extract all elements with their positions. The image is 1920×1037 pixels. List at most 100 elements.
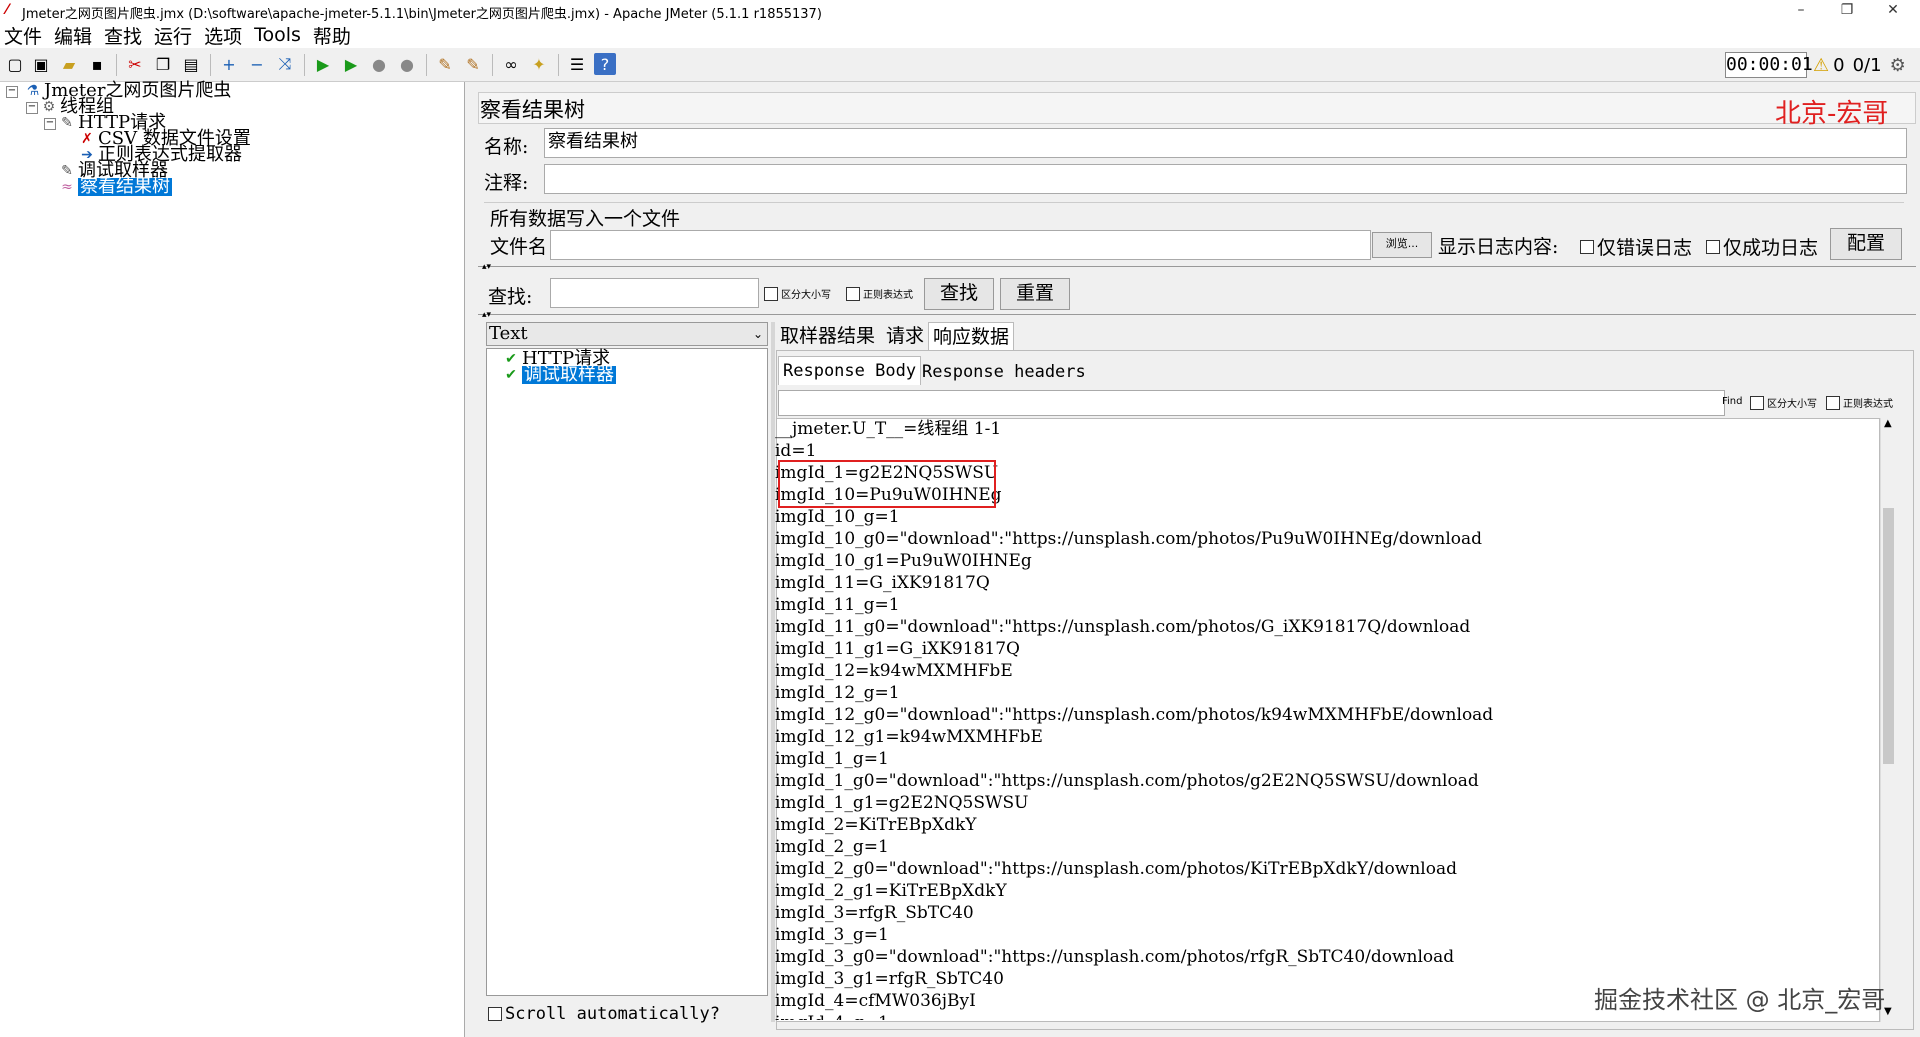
reset-button[interactable]: 重置 <box>1000 278 1070 310</box>
regex-checkbox[interactable]: 正则表达式 <box>846 286 913 301</box>
function-helper-icon[interactable]: ☰ <box>566 53 588 75</box>
response-line: id=1 <box>775 441 817 461</box>
save-icon[interactable]: ▪ <box>86 53 108 75</box>
menu-run[interactable]: 运行 <box>154 22 192 49</box>
search-input[interactable] <box>550 278 759 308</box>
restore-button[interactable]: ❐ <box>1824 0 1870 22</box>
filename-label: 文件名 <box>490 236 548 258</box>
thread-group-expander[interactable]: − <box>26 102 38 114</box>
warning-icon[interactable]: ⚠ <box>1813 55 1829 76</box>
collapse-icon[interactable]: − <box>246 53 268 75</box>
menu-tools[interactable]: Tools <box>254 24 301 46</box>
response-line: __jmeter.U_T__=线程组 1-1 <box>775 419 1002 439</box>
log-content-label: 显示日志内容: <box>1438 236 1559 258</box>
scroll-thumb[interactable] <box>1883 508 1894 764</box>
watermark-top: 北京-宏哥 <box>1775 99 1889 129</box>
close-button[interactable]: ✕ <box>1870 0 1916 22</box>
title-bar: ⁄ Jmeter之网页图片爬虫.jmx (D:\software\apache-… <box>0 0 1920 22</box>
result-item-debug-sampler[interactable]: ✔ 调试取样器 <box>490 366 616 384</box>
reset-search-icon[interactable]: ✦ <box>528 53 550 75</box>
response-line: imgId_12=k94wMXMHFbE <box>775 661 1013 681</box>
response-line: imgId_11_g0="download":"https://unsplash… <box>775 617 1471 637</box>
response-scrollbar[interactable]: ▲ ▼ <box>1880 418 1896 1022</box>
menu-edit[interactable]: 编辑 <box>54 22 92 49</box>
tab-sampler-result[interactable]: 取样器结果 <box>776 322 879 350</box>
menu-file[interactable]: 文件 <box>4 22 42 49</box>
toggle-icon[interactable]: ⤨ <box>274 53 296 75</box>
config-button[interactable]: 配置 <box>1830 228 1902 260</box>
comment-label: 注释: <box>484 172 529 194</box>
stop-icon[interactable]: ● <box>368 53 390 75</box>
tree-node-view-results-tree[interactable]: ≈ 察看结果树 <box>58 178 172 196</box>
renderer-select[interactable]: Text ⌄ <box>486 322 768 346</box>
divider <box>478 266 1916 267</box>
response-line: imgId_10_g1=Pu9uW0IHNEg <box>775 551 1032 571</box>
response-line: imgId_1_g=1 <box>775 749 889 769</box>
menu-options[interactable]: 选项 <box>204 22 242 49</box>
expand-icon[interactable]: + <box>218 53 240 75</box>
templates-icon[interactable]: ▣ <box>30 53 52 75</box>
name-field[interactable]: 察看结果树 <box>544 128 1907 158</box>
paste-icon[interactable]: ▤ <box>180 53 202 75</box>
clear-icon[interactable]: ✎ <box>434 53 456 75</box>
write-all-label: 所有数据写入一个文件 <box>490 208 681 230</box>
search-button[interactable]: 查找 <box>924 278 994 310</box>
errors-only-checkbox[interactable]: 仅错误日志 <box>1580 233 1692 260</box>
splitter-arrows-icon[interactable]: ▴▾ <box>482 310 491 320</box>
remote-status-icon[interactable]: ⚙ <box>1890 55 1906 76</box>
root-expander[interactable]: − <box>6 86 18 98</box>
response-line: imgId_2=KiTrEBpXdkY <box>775 815 977 835</box>
tab-response-data[interactable]: 响应数据 <box>928 322 1015 351</box>
subtab-response-body[interactable]: Response Body <box>778 356 922 385</box>
panel-title: 察看结果树 <box>480 98 585 122</box>
http-request-expander[interactable]: − <box>44 118 56 130</box>
find-input[interactable] <box>778 390 1725 416</box>
splitter-arrows-icon[interactable]: ▴▾ <box>482 262 491 272</box>
response-line: imgId_2_g=1 <box>775 837 889 857</box>
response-body-text: __jmeter.U_T__=线程组 1-1 id=1 imgId_1=g2E2NQ… <box>775 418 1875 1020</box>
panel-header <box>478 92 1916 124</box>
new-icon[interactable]: ▢ <box>4 53 26 75</box>
search-binoculars-icon[interactable]: ∞ <box>500 53 522 75</box>
clear-all-icon[interactable]: ✎ <box>462 53 484 75</box>
elapsed-timer: 00:00:01 <box>1725 52 1813 78</box>
copy-icon[interactable]: ❐ <box>152 53 174 75</box>
pencil-icon: ✎ <box>61 115 73 131</box>
find-label: Find <box>1722 396 1743 407</box>
chevron-down-icon: ⌄ <box>752 327 763 341</box>
help-icon[interactable]: ? <box>594 53 616 75</box>
search-label: 查找: <box>488 286 533 308</box>
open-icon[interactable]: ▰ <box>58 53 80 75</box>
success-only-checkbox[interactable]: 仅成功日志 <box>1706 233 1818 260</box>
success-shield-icon: ✔ <box>505 367 517 383</box>
find-case-checkbox[interactable]: 区分大小写 <box>1750 395 1817 410</box>
comment-field[interactable] <box>544 164 1907 194</box>
response-line: imgId_11=G_iXK91817Q <box>775 573 990 593</box>
menu-search[interactable]: 查找 <box>104 22 142 49</box>
case-sensitive-checkbox[interactable]: 区分大小写 <box>764 286 831 301</box>
tab-request[interactable]: 请求 <box>882 322 928 350</box>
start-icon[interactable]: ▶ <box>312 53 334 75</box>
filename-field[interactable] <box>550 230 1371 260</box>
active-threads: 0/1 <box>1852 54 1882 76</box>
start-no-pause-icon[interactable]: ▶ <box>340 53 362 75</box>
cut-icon[interactable]: ✂ <box>124 53 146 75</box>
response-line: imgId_3_g=1 <box>775 925 889 945</box>
scroll-up-icon[interactable]: ▲ <box>1884 418 1892 429</box>
browse-button[interactable]: 浏览... <box>1372 232 1432 258</box>
response-line: imgId_10_g0="download":"https://unsplash… <box>775 529 1483 549</box>
shutdown-icon[interactable]: ● <box>396 53 418 75</box>
response-line: imgId_12_g0="download":"https://unsplash… <box>775 705 1494 725</box>
response-line: imgId_1_g1=g2E2NQ5SWSU <box>775 793 1029 813</box>
response-line: imgId_11_g=1 <box>775 595 900 615</box>
results-list <box>486 348 768 996</box>
find-regex-checkbox[interactable]: 正则表达式 <box>1826 395 1893 410</box>
watermark-bottom: 掘金技术社区 @ 北京_宏哥 <box>1594 986 1886 1014</box>
menu-help[interactable]: 帮助 <box>313 22 351 49</box>
scroll-automatically-checkbox[interactable]: Scroll automatically? <box>488 1004 720 1024</box>
window-title: Jmeter之网页图片爬虫.jmx (D:\software\apache-jm… <box>22 7 822 22</box>
subtab-response-headers[interactable]: Response headers <box>918 358 1090 386</box>
minimize-button[interactable]: – <box>1778 0 1824 22</box>
response-line: imgId_3_g0="download":"https://unsplash.… <box>775 947 1455 967</box>
divider <box>478 314 1916 315</box>
